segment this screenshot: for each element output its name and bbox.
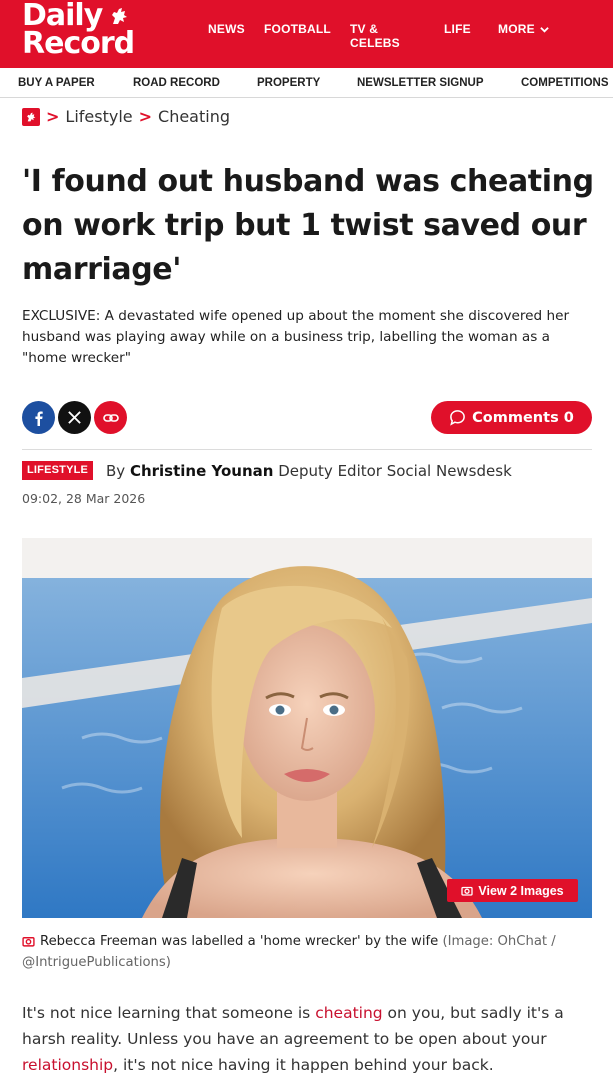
hero-image[interactable] (22, 538, 592, 918)
comment-bubble-icon (450, 410, 466, 426)
body-text: It's not nice learning that someone is (22, 1004, 316, 1022)
breadcrumb: > Lifestyle > Cheating (22, 107, 230, 126)
article-headline: 'I found out husband was cheating on wor… (22, 164, 594, 287)
author-name[interactable]: Christine Younan (130, 462, 274, 480)
x-share-button[interactable] (58, 401, 91, 434)
hero-photo (22, 538, 592, 918)
link-icon (102, 413, 119, 422)
breadcrumb-lifestyle[interactable]: Lifestyle (65, 107, 132, 126)
x-icon (68, 411, 81, 424)
site-logo[interactable]: Daily Record (22, 1, 135, 61)
chevron-down-icon (540, 26, 549, 33)
subnav-buy-a-paper[interactable]: BUY A PAPER (18, 77, 95, 89)
subnav-competitions[interactable]: COMPETITIONS (521, 77, 609, 89)
link-relationship[interactable]: relationship (22, 1056, 113, 1074)
divider (22, 449, 592, 450)
facebook-icon (34, 411, 43, 426)
nav-life[interactable]: LIFE (444, 22, 471, 36)
category-tag[interactable]: LIFESTYLE (22, 461, 94, 480)
caption-text: Rebecca Freeman was labelled a 'home wre… (40, 934, 439, 949)
nav-more[interactable]: MORE (498, 22, 549, 36)
breadcrumb-separator: > (46, 107, 60, 126)
breadcrumb-cheating[interactable]: Cheating (158, 107, 230, 126)
comments-button[interactable]: Comments 0 (431, 401, 592, 434)
lion-rampant-icon (27, 112, 36, 121)
facebook-share-button[interactable] (22, 401, 55, 434)
nav-football[interactable]: FOOTBALL (264, 22, 331, 36)
byline-prefix: By (106, 462, 126, 480)
logo-line-2: Record (22, 26, 135, 61)
article-standfirst: EXCLUSIVE: A devastated wife opened up a… (22, 308, 570, 366)
site-header: Daily Record NEWS FOOTBALL TV & CELEBS L… (0, 0, 613, 68)
publish-date: 09:02, 28 Mar 2026 (22, 491, 146, 506)
author-role: Deputy Editor Social Newsdesk (278, 462, 512, 480)
subnav-road-record[interactable]: ROAD RECORD (133, 77, 220, 89)
body-text: , it's not nice having it happen behind … (113, 1056, 494, 1074)
subnav-newsletter-signup[interactable]: NEWSLETTER SIGNUP (357, 77, 484, 89)
subnav-property[interactable]: PROPERTY (257, 77, 320, 89)
article-body-paragraph: It's not nice learning that someone is c… (22, 1000, 597, 1078)
copy-link-button[interactable] (94, 401, 127, 434)
image-caption: Rebecca Freeman was labelled a 'home wre… (22, 931, 597, 973)
nav-news[interactable]: NEWS (208, 22, 245, 36)
nav-more-label: MORE (498, 22, 535, 36)
camera-icon (461, 886, 474, 896)
camera-icon (22, 937, 35, 947)
secondary-nav: BUY A PAPER ROAD RECORD PROPERTY NEWSLET… (0, 68, 613, 98)
nav-tv-celebs[interactable]: TV & CELEBS (350, 22, 400, 50)
view-images-button[interactable]: View 2 Images (447, 879, 578, 902)
lion-rampant-icon (112, 8, 128, 24)
link-cheating[interactable]: cheating (315, 1004, 382, 1022)
home-icon[interactable] (22, 107, 40, 126)
comments-label: Comments 0 (472, 409, 574, 426)
breadcrumb-separator: > (138, 107, 153, 126)
view-images-label: View 2 Images (478, 883, 564, 898)
byline: By Christine Younan Deputy Editor Social… (106, 462, 512, 480)
share-buttons (22, 401, 127, 434)
